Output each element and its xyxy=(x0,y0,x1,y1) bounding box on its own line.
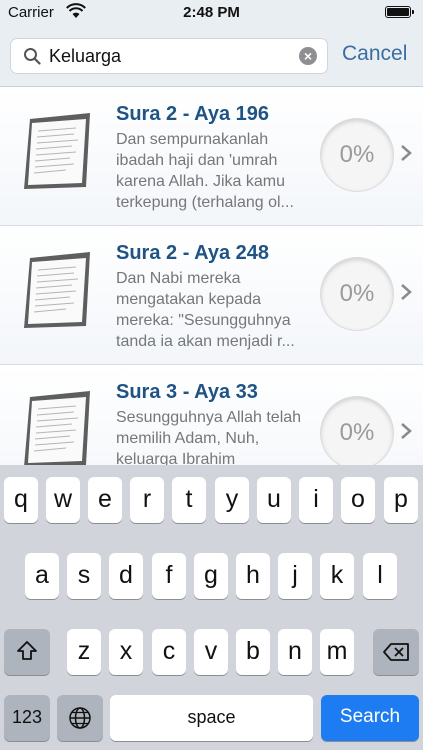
chevron-right-icon xyxy=(401,423,412,439)
result-title: Sura 3 - Aya 33 xyxy=(116,381,258,403)
document-icon xyxy=(24,113,90,189)
key-i[interactable]: i xyxy=(299,477,333,523)
key-l[interactable]: l xyxy=(363,553,397,599)
key-h[interactable]: h xyxy=(236,553,270,599)
globe-key[interactable] xyxy=(57,695,103,741)
result-snippet: Sesungguhnya Allah telah memilih Adam, N… xyxy=(116,409,302,465)
key-s[interactable]: s xyxy=(67,553,101,599)
result-row[interactable]: Sura 3 - Aya 33 Sesungguhnya Allah telah… xyxy=(0,365,423,465)
key-w[interactable]: w xyxy=(46,477,80,523)
key-b[interactable]: b xyxy=(236,629,270,675)
clock: 2:48 PM xyxy=(183,4,240,21)
key-o[interactable]: o xyxy=(341,477,375,523)
delete-key[interactable] xyxy=(373,629,419,675)
chevron-right-icon xyxy=(401,284,412,300)
key-r[interactable]: r xyxy=(130,477,164,523)
progress-indicator: 0% xyxy=(321,119,393,191)
globe-icon xyxy=(69,707,91,729)
keyboard: q w e r t y u i o p a s d f g h j k l z … xyxy=(0,465,423,750)
key-g[interactable]: g xyxy=(194,553,228,599)
progress-value: 0% xyxy=(339,280,375,307)
progress-indicator: 0% xyxy=(321,258,393,330)
key-t[interactable]: t xyxy=(172,477,206,523)
key-y[interactable]: y xyxy=(215,477,249,523)
result-title: Sura 2 - Aya 196 xyxy=(116,103,270,125)
key-u[interactable]: u xyxy=(257,477,291,523)
search-icon xyxy=(24,48,41,65)
backspace-icon xyxy=(383,643,409,661)
document-icon xyxy=(24,252,90,328)
key-a[interactable]: a xyxy=(25,553,59,599)
key-c[interactable]: c xyxy=(152,629,186,675)
result-row[interactable]: Sura 2 - Aya 248 Dan Nabi mereka mengata… xyxy=(0,226,423,365)
battery-icon xyxy=(385,6,414,18)
result-title: Sura 2 - Aya 248 xyxy=(116,242,270,264)
clear-icon[interactable]: × xyxy=(299,47,317,65)
status-bar: Carrier 2:48 PM xyxy=(0,0,423,26)
key-k[interactable]: k xyxy=(320,553,354,599)
result-snippet: Dan sempurnakanlah ibadah haji dan 'umra… xyxy=(116,131,294,211)
shift-icon xyxy=(17,641,37,660)
results-list: Sura 2 - Aya 196 Dan sempurnakanlah ibad… xyxy=(0,87,423,465)
search-input[interactable]: Keluarga xyxy=(49,46,121,67)
cancel-button[interactable]: Cancel xyxy=(342,42,407,66)
key-v[interactable]: v xyxy=(194,629,228,675)
progress-value: 0% xyxy=(339,141,375,168)
search-key[interactable]: Search xyxy=(321,695,419,741)
key-m[interactable]: m xyxy=(320,629,354,675)
space-key[interactable]: space xyxy=(110,695,313,741)
key-x[interactable]: x xyxy=(109,629,143,675)
key-q[interactable]: q xyxy=(4,477,38,523)
key-z[interactable]: z xyxy=(67,629,101,675)
key-n[interactable]: n xyxy=(278,629,312,675)
shift-key[interactable] xyxy=(4,629,50,675)
progress-indicator: 0% xyxy=(321,397,393,465)
key-j[interactable]: j xyxy=(278,553,312,599)
key-f[interactable]: f xyxy=(152,553,186,599)
key-p[interactable]: p xyxy=(384,477,418,523)
key-e[interactable]: e xyxy=(88,477,122,523)
document-icon xyxy=(24,391,90,465)
search-bar: Keluarga × Cancel xyxy=(0,26,423,87)
search-field[interactable]: Keluarga × xyxy=(10,38,328,74)
progress-value: 0% xyxy=(339,419,375,446)
result-row[interactable]: Sura 2 - Aya 196 Dan sempurnakanlah ibad… xyxy=(0,87,423,226)
numbers-key[interactable]: 123 xyxy=(4,695,50,741)
result-snippet: Dan Nabi mereka mengatakan kepada mereka… xyxy=(116,270,295,350)
key-d[interactable]: d xyxy=(109,553,143,599)
chevron-right-icon xyxy=(401,145,412,161)
